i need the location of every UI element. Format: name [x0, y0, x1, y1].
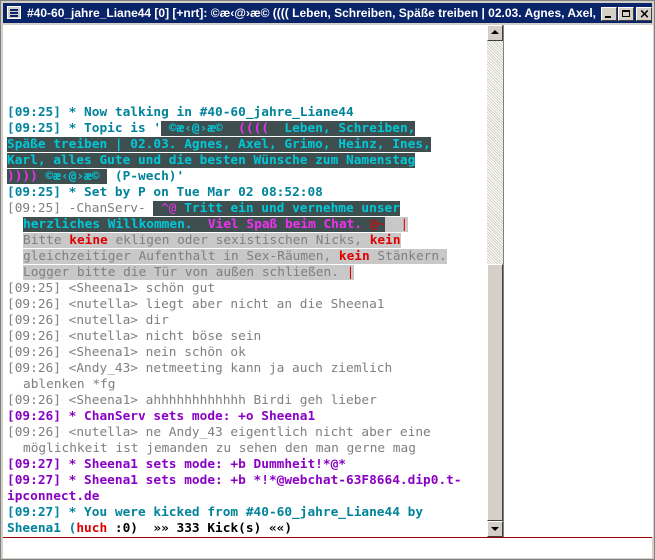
- chat-line: ablenken *fg: [23, 377, 116, 392]
- chat-line: )))) ©æ‹@›æ© (P-wech)': [7, 169, 185, 184]
- chat-line: [09:26] <nutella> dir: [7, 313, 169, 328]
- chat-line: [09:25] -ChanServ- ^@ Tritt ein und vern…: [7, 201, 400, 216]
- nick-list[interactable]: [503, 25, 653, 537]
- chat-line: [09:26] <nutella> liegt aber nicht an di…: [7, 297, 385, 312]
- chat-line: Logger bitte die Tür von außen schließen…: [23, 265, 355, 280]
- chat-line: [09:27] * Sheena1 sets mode: +b *!*@webc…: [7, 473, 462, 488]
- timestamp: [09:25]: [7, 105, 61, 120]
- chat-line: Sheena1 (huch :0) »» 333 Kick(s) ««): [7, 521, 293, 536]
- chat-scrollbar[interactable]: [487, 25, 503, 537]
- close-button[interactable]: [636, 5, 652, 23]
- chat-log[interactable]: [09:25] * Now talking in #40-60_jahre_Li…: [7, 25, 487, 537]
- chat-line: [09:26] <nutella> nicht böse sein: [7, 329, 262, 344]
- chat-line: ipconnect.de: [7, 489, 100, 504]
- client-area: [09:25] * Now talking in #40-60_jahre_Li…: [3, 25, 653, 559]
- window-title: #40-60_jahre_Liane44 [0] [+nrt]: ©æ‹@›æ©…: [27, 6, 597, 20]
- chat-line: Bitte keine ekligen oder sexistischen Ni…: [23, 233, 401, 248]
- chat-line: [09:25] * Topic is ' ©æ‹@›æ© (((( Leben,…: [7, 121, 416, 136]
- scroll-down-button[interactable]: [487, 521, 503, 537]
- chat-line: [09:25] * Now talking in #40-60_jahre_Li…: [7, 105, 354, 120]
- chat-line: [09:26] <Andy_43> netmeeting kann ja auc…: [7, 361, 393, 376]
- minimize-button[interactable]: [601, 7, 617, 21]
- chat-line: [09:27] * Sheena1 sets mode: +b Dummheit…: [7, 457, 346, 472]
- window-system-menu-icon[interactable]: [7, 6, 21, 19]
- chat-line: [09:25] * Set by P on Tue Mar 02 08:52:0…: [7, 185, 323, 200]
- message-input[interactable]: [7, 539, 651, 559]
- chat-line: Späße treiben | 02.03. Agnes, Axel, Grim…: [7, 137, 431, 152]
- chat-line: [09:26] <Sheena1> ahhhhhhhhhhhh Birdi ge…: [7, 393, 377, 408]
- scroll-thumb[interactable]: [487, 264, 503, 521]
- scroll-up-button[interactable]: [487, 25, 503, 41]
- chat-line: [09:25] <Sheena1> schön gut: [7, 281, 216, 296]
- irc-channel-window: #40-60_jahre_Liane44 [0] [+nrt]: ©æ‹@›æ©…: [0, 0, 655, 560]
- chat-line: [09:26] * ChanServ sets mode: +o Sheena1: [7, 409, 316, 424]
- chat-line: herzliches Willkommen. Viel Spaß beim Ch…: [23, 217, 409, 232]
- chat-line: möglichkeit ist jemanden zu sehen den ma…: [23, 441, 416, 456]
- chat-line: [09:26] <Sheena1> nein schön ok: [7, 345, 246, 360]
- maximize-button[interactable]: [618, 7, 634, 21]
- title-bar[interactable]: #40-60_jahre_Liane44 [0] [+nrt]: ©æ‹@›æ©…: [3, 3, 652, 23]
- chat-spacer: [7, 25, 487, 105]
- chat-line: gleichzeitiger Aufenthalt in Sex-Räumen,…: [23, 249, 447, 264]
- chat-line: [09:26] <nutella> ne Andy_43 eigentlich …: [7, 425, 431, 440]
- chat-line: Karl, alles Gute und die besten Wünsche …: [7, 153, 416, 168]
- message-input-box[interactable]: [3, 537, 652, 559]
- chat-line: [09:27] * You were kicked from #40-60_ja…: [7, 505, 424, 520]
